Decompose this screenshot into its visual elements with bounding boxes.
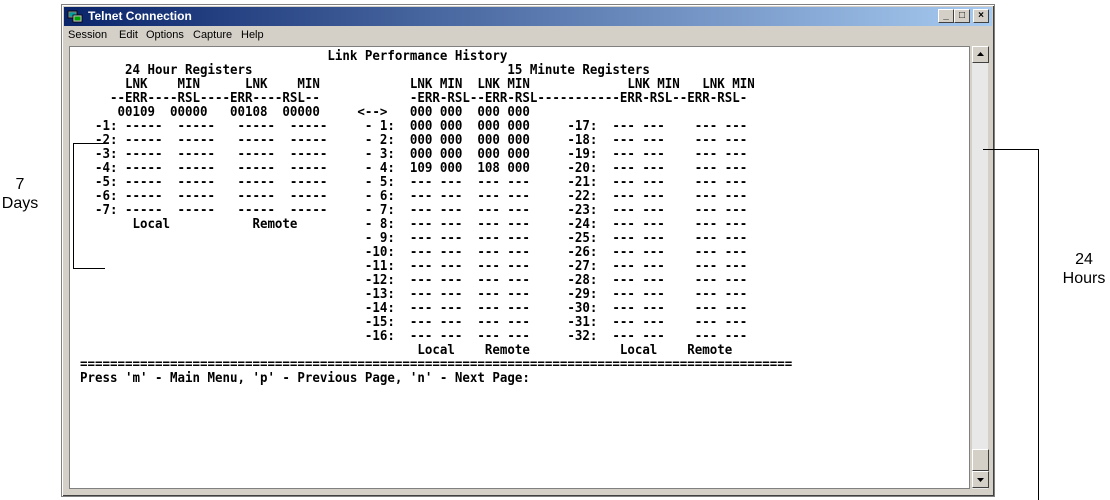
terminal-screen[interactable]: Link Performance History 24 Hour Registe…	[69, 46, 970, 489]
terminal-line: -10: --- --- --- --- -26: --- --- --- --…	[80, 245, 748, 260]
terminal-line: Local Remote - 8: --- --- --- --- -24: -…	[80, 217, 748, 232]
menu-bar: Session Edit Options Capture Help	[64, 27, 992, 45]
terminal-line: Press 'm' - Main Menu, 'p' - Previous Pa…	[80, 371, 530, 386]
seven-days-label: 7 Days	[1, 176, 39, 212]
terminal-line: -5: ----- ----- ----- ----- - 5: --- ---…	[80, 175, 748, 190]
telnet-window: Telnet Connection _ □ × Session Edit Opt…	[61, 4, 995, 497]
terminal-line: -3: ----- ----- ----- ----- - 3: 000 000…	[80, 147, 748, 162]
window-title: Telnet Connection	[88, 9, 192, 23]
terminal-line: -7: ----- ----- ----- ----- - 7: --- ---…	[80, 203, 748, 218]
terminal-line: -13: --- --- --- --- -29: --- --- --- --…	[80, 287, 748, 302]
twenty-four-hours-label: 24 Hours	[1062, 251, 1106, 287]
close-button[interactable]: ×	[973, 9, 989, 23]
telnet-app-icon	[67, 10, 83, 23]
title-bar[interactable]: Telnet Connection _ □ ×	[64, 7, 992, 26]
terminal-line: -16: --- --- --- --- -32: --- --- --- --…	[80, 329, 748, 344]
scroll-up-button[interactable]	[972, 46, 989, 63]
terminal-line: -14: --- --- --- --- -30: --- --- --- --…	[80, 301, 748, 316]
days-bracket	[73, 143, 105, 269]
terminal-line: 00109 00000 00108 00000 <--> 000 000 000…	[80, 105, 530, 120]
menu-edit[interactable]: Edit	[119, 29, 138, 41]
minimize-button[interactable]: _	[938, 9, 954, 23]
menu-help[interactable]: Help	[241, 29, 264, 41]
terminal-line: -15: --- --- --- --- -31: --- --- --- --…	[80, 315, 748, 330]
menu-capture[interactable]: Capture	[193, 29, 232, 41]
terminal-text: Link Performance History 24 Hour Registe…	[80, 50, 792, 386]
terminal-line: -12: --- --- --- --- -28: --- --- --- --…	[80, 273, 748, 288]
terminal-line: 24 Hour Registers 15 Minute Registers	[80, 63, 650, 78]
terminal-line: Local Remote Local Remote	[80, 343, 733, 358]
terminal-line: -2: ----- ----- ----- ----- - 2: 000 000…	[80, 133, 748, 148]
terminal-line: Link Performance History	[80, 49, 508, 64]
arrow-up-icon	[977, 52, 984, 56]
terminal-line: -11: --- --- --- --- -27: --- --- --- --…	[80, 259, 748, 274]
hours-bracket	[983, 149, 1039, 500]
menu-session[interactable]: Session	[68, 29, 107, 41]
terminal-line: - 9: --- --- --- --- -25: --- --- --- --…	[80, 231, 748, 246]
terminal-line: -1: ----- ----- ----- ----- - 1: 000 000…	[80, 119, 748, 134]
terminal-line: --ERR----RSL----ERR----RSL-- -ERR-RSL--E…	[80, 91, 748, 106]
terminal-line: ========================================…	[80, 357, 793, 372]
terminal-line: -6: ----- ----- ----- ----- - 6: --- ---…	[80, 189, 748, 204]
terminal-line: -4: ----- ----- ----- ----- - 4: 109 000…	[80, 161, 748, 176]
menu-options[interactable]: Options	[146, 29, 184, 41]
maximize-button[interactable]: □	[954, 9, 970, 23]
terminal-line: LNK MIN LNK MIN LNK MIN LNK MIN LNK MIN …	[80, 77, 755, 92]
